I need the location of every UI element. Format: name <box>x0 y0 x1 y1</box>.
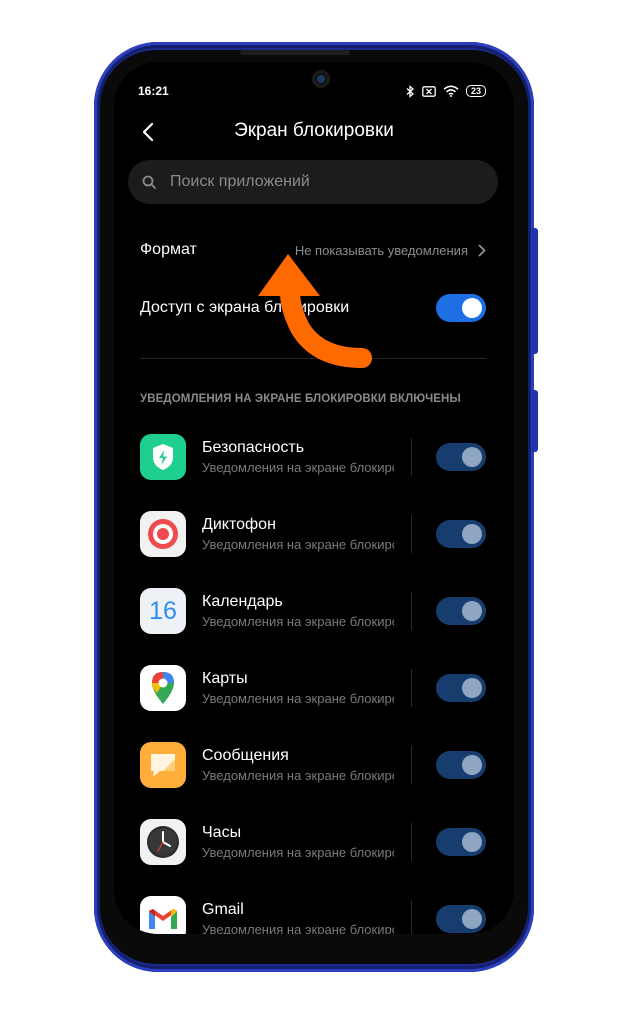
app-toggle-messages[interactable] <box>436 751 486 779</box>
row-separator <box>411 900 412 934</box>
app-subtitle: Уведомления на экране блокировки <box>202 691 394 706</box>
app-subtitle: Уведомления на экране блокировки <box>202 537 394 552</box>
app-subtitle: Уведомления на экране блокировки <box>202 768 394 783</box>
clock-icon <box>140 819 186 865</box>
toggle-knob <box>462 524 482 544</box>
wifi-icon <box>443 85 459 97</box>
app-row-maps: Карты Уведомления на экране блокировки <box>140 663 486 713</box>
row-separator <box>411 669 412 707</box>
app-row-calendar: 16 Календарь Уведомления на экране блоки… <box>140 586 486 636</box>
app-toggle-maps[interactable] <box>436 674 486 702</box>
recorder-icon <box>140 511 186 557</box>
toggle-knob <box>462 909 482 929</box>
app-subtitle: Уведомления на экране блокировки <box>202 614 394 629</box>
toggle-knob <box>462 678 482 698</box>
volume-button <box>532 228 538 354</box>
app-name: Диктофон <box>202 516 276 533</box>
calendar-icon: 16 <box>140 588 186 634</box>
gmail-icon <box>140 896 186 934</box>
toggle-knob <box>462 447 482 467</box>
toggle-knob <box>462 755 482 775</box>
app-name: Сообщения <box>202 747 289 764</box>
messages-icon <box>140 742 186 788</box>
page-header: Экран блокировки <box>114 118 514 148</box>
power-button <box>532 390 538 452</box>
app-subtitle: Уведомления на экране блокировки <box>202 922 394 934</box>
app-row-security: Безопасность Уведомления на экране блоки… <box>140 432 486 482</box>
app-name: Безопасность <box>202 439 305 456</box>
app-toggle-security[interactable] <box>436 443 486 471</box>
app-name: Gmail <box>202 901 244 918</box>
app-toggle-gmail[interactable] <box>436 905 486 933</box>
search-input[interactable] <box>168 172 472 192</box>
toggle-knob <box>462 601 482 621</box>
row-separator <box>411 515 412 553</box>
section-title: УВЕДОМЛЕНИЯ НА ЭКРАНЕ БЛОКИРОВКИ ВКЛЮЧЕН… <box>140 393 461 405</box>
app-toggle-clock[interactable] <box>436 828 486 856</box>
phone-screen: 16:21 23 Экран блокировки Поиск приложен… <box>114 62 514 934</box>
earpiece-speaker <box>240 50 350 55</box>
page-title: Экран блокировки <box>234 120 394 141</box>
bluetooth-icon <box>406 84 414 98</box>
status-bar: 16:21 23 <box>138 82 486 100</box>
battery-level: 23 <box>465 85 486 97</box>
app-row-recorder: Диктофон Уведомления на экране блокировк… <box>140 509 486 559</box>
status-time: 16:21 <box>138 84 169 98</box>
app-toggle-calendar[interactable] <box>436 597 486 625</box>
app-name: Календарь <box>202 593 283 610</box>
annotation-arrow-icon <box>258 254 372 368</box>
search-bar[interactable] <box>128 160 498 204</box>
row-separator <box>411 746 412 784</box>
calendar-day: 16 <box>149 596 177 625</box>
toggle-knob <box>462 832 482 852</box>
app-subtitle: Уведомления на экране блокировки <box>202 845 394 860</box>
row-separator <box>411 438 412 476</box>
row-separator <box>411 823 412 861</box>
maps-pin-icon <box>140 665 186 711</box>
silent-notifications-icon <box>422 85 436 97</box>
app-name: Карты <box>202 670 248 687</box>
app-row-messages: Сообщения Уведомления на экране блокиров… <box>140 740 486 790</box>
app-toggle-recorder[interactable] <box>436 520 486 548</box>
app-row-gmail: Gmail Уведомления на экране блокировки <box>140 894 486 934</box>
row-separator <box>411 592 412 630</box>
security-shield-icon <box>140 434 186 480</box>
app-row-clock: Часы Уведомления на экране блокировки <box>140 817 486 867</box>
app-subtitle: Уведомления на экране блокировки <box>202 460 394 475</box>
search-icon <box>142 175 156 189</box>
app-name: Часы <box>202 824 242 841</box>
chevron-right-icon <box>478 244 486 256</box>
